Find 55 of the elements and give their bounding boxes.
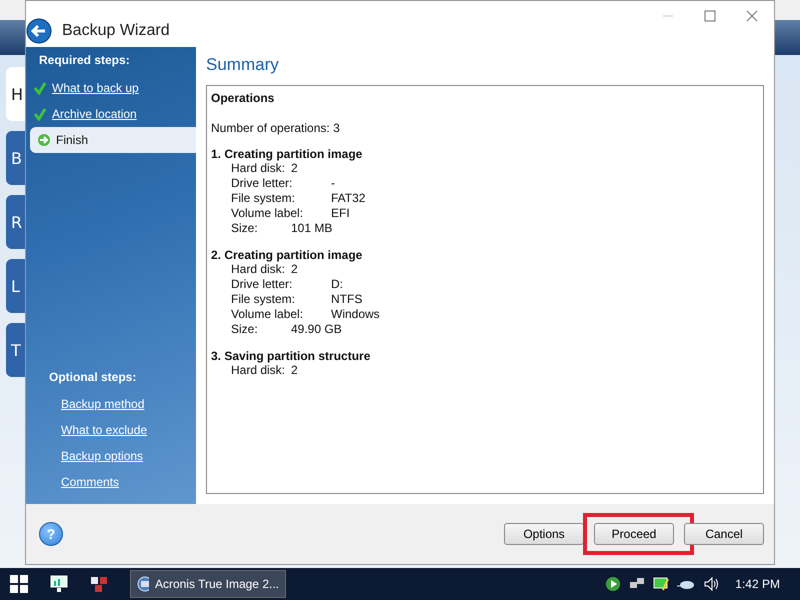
operation-title: 1. Creating partition image bbox=[211, 147, 364, 161]
operation-title: 3. Saving partition structure bbox=[211, 349, 372, 363]
summary-heading: Operations bbox=[211, 91, 276, 105]
field-value: 2 bbox=[291, 161, 298, 176]
section-heading: Required steps: bbox=[38, 53, 131, 69]
close-icon[interactable] bbox=[746, 10, 758, 22]
field-value: D: bbox=[331, 277, 343, 292]
step-item[interactable]: Finish bbox=[30, 127, 196, 153]
dialog-button[interactable]: Proceed bbox=[594, 523, 674, 545]
arrow-icon bbox=[37, 133, 51, 147]
field-value: Windows bbox=[331, 307, 380, 322]
clock-text[interactable]: 1:42 PM bbox=[735, 577, 780, 591]
step-link[interactable]: What to exclude bbox=[26, 418, 196, 444]
field-label: Drive letter: bbox=[231, 176, 294, 191]
field-value: EFI bbox=[331, 206, 350, 221]
dialog-button[interactable]: Cancel bbox=[684, 523, 764, 545]
field-label: Size: bbox=[231, 322, 259, 337]
keyboard-icon[interactable] bbox=[90, 575, 108, 593]
field-value: 101 MB bbox=[291, 221, 332, 236]
field-label: File system: bbox=[231, 292, 296, 307]
field-label: Size: bbox=[231, 221, 259, 236]
field-label: File system: bbox=[231, 191, 296, 206]
field-label: Hard disk: bbox=[231, 363, 286, 378]
field-value: NTFS bbox=[331, 292, 362, 307]
field-label: Hard disk: bbox=[231, 161, 286, 176]
step-link[interactable]: Backup options bbox=[26, 444, 196, 470]
field-label: Hard disk: bbox=[231, 262, 286, 277]
step-item[interactable]: What to back up bbox=[26, 75, 196, 101]
monitor-icon[interactable] bbox=[50, 575, 68, 593]
taskbar-app-button[interactable]: Acronis True Image 2... bbox=[130, 570, 286, 598]
operation-title: 2. Creating partition image bbox=[211, 248, 364, 262]
field-value: - bbox=[331, 176, 335, 191]
checkmark-icon bbox=[33, 107, 47, 121]
checkmark-icon bbox=[33, 81, 47, 95]
monitor-icon[interactable] bbox=[653, 576, 670, 592]
field-value: 49.90 GB bbox=[291, 322, 342, 337]
windows-start-icon[interactable] bbox=[10, 575, 28, 593]
field-value: 2 bbox=[291, 262, 298, 277]
dialog-button[interactable]: Options bbox=[504, 523, 584, 545]
step-item[interactable]: Archive location bbox=[26, 101, 196, 127]
field-label: Volume label: bbox=[231, 307, 304, 322]
field-label: Volume label: bbox=[231, 206, 304, 221]
step-link[interactable]: Comments bbox=[26, 470, 196, 496]
window-title: Backup Wizard bbox=[62, 22, 170, 40]
page-title: Summary bbox=[206, 55, 280, 75]
speaker-icon[interactable] bbox=[703, 576, 720, 592]
play-icon[interactable] bbox=[605, 576, 622, 592]
field-value: 2 bbox=[291, 363, 298, 378]
summary-text: Number of operations: 3 bbox=[211, 121, 341, 135]
section-heading: Optional steps: bbox=[48, 370, 138, 386]
app-icon bbox=[137, 576, 149, 592]
field-label: Drive letter: bbox=[231, 277, 294, 292]
maximize-icon[interactable] bbox=[704, 10, 716, 22]
step-link[interactable]: Backup method bbox=[26, 392, 196, 418]
field-value: FAT32 bbox=[331, 191, 366, 206]
